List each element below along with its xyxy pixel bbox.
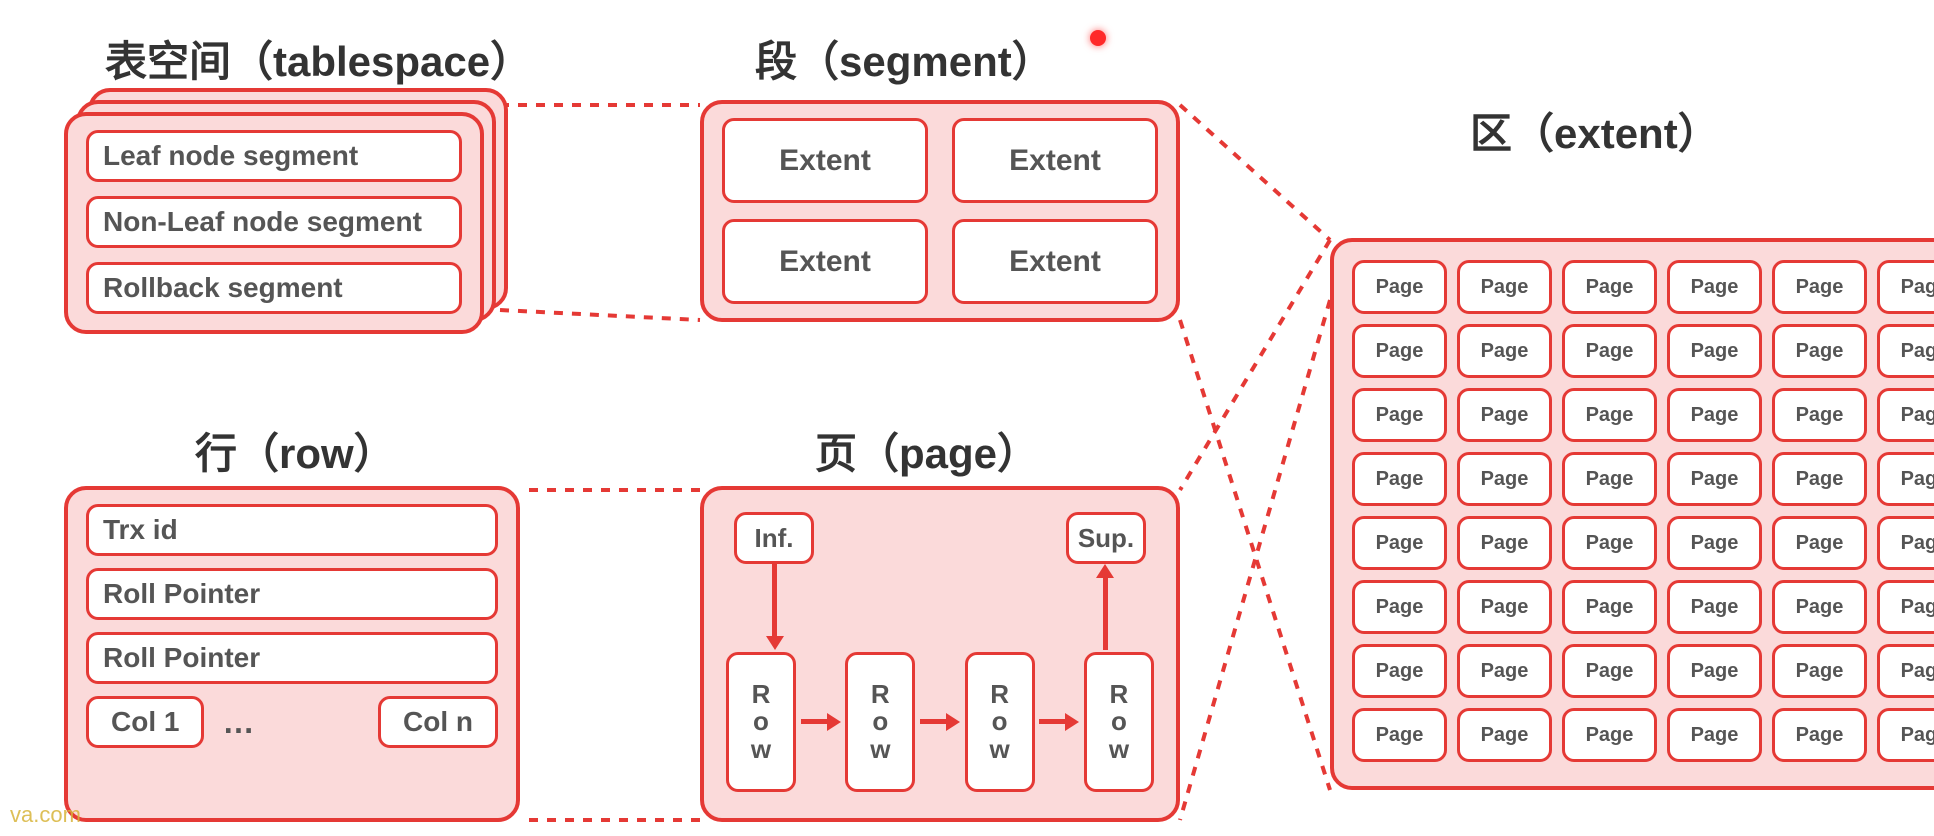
page-row-box: Row <box>726 652 796 792</box>
page-row-box: Row <box>965 652 1035 792</box>
extent-page-cell: Page <box>1877 580 1934 634</box>
extent-page-cell: Page <box>1877 708 1934 762</box>
extent-page-cell: Page <box>1772 708 1867 762</box>
segment-grid: Extent Extent Extent Extent <box>722 118 1158 304</box>
extent-panel: PagePagePagePagePagePagePagePagePagePage… <box>1330 238 1934 790</box>
extent-page-cell: Page <box>1772 452 1867 506</box>
extent-page-cell: Page <box>1457 708 1552 762</box>
heading-tablespace: 表空间（tablespace） <box>105 28 532 89</box>
extent-page-cell: Page <box>1667 580 1762 634</box>
page-inf-box: Inf. <box>734 512 814 564</box>
extent-page-cell: Page <box>1352 644 1447 698</box>
tablespace-item: Leaf node segment <box>86 130 462 182</box>
extent-page-cell: Page <box>1772 516 1867 570</box>
tablespace-item: Rollback segment <box>86 262 462 314</box>
tablespace-list: Leaf node segment Non-Leaf node segment … <box>86 130 462 314</box>
segment-panel: Extent Extent Extent Extent <box>700 100 1180 322</box>
page-panel: Inf. Sup. Row Row Row Row <box>700 486 1180 822</box>
extent-page-cell: Page <box>1877 388 1934 442</box>
row-item: Trx id <box>86 504 498 556</box>
row-item: Roll Pointer <box>86 632 498 684</box>
segment-extent-cell: Extent <box>722 118 928 203</box>
extent-page-cell: Page <box>1352 580 1447 634</box>
extent-page-cell: Page <box>1562 260 1657 314</box>
extent-page-cell: Page <box>1562 644 1657 698</box>
row-list: Trx id Roll Pointer Roll Pointer <box>86 504 498 684</box>
heading-page: 页（page） <box>815 420 1039 481</box>
row-col-last: Col n <box>378 696 498 748</box>
extent-page-cell: Page <box>1877 324 1934 378</box>
extent-page-cell: Page <box>1667 708 1762 762</box>
page-sup-box: Sup. <box>1066 512 1146 564</box>
extent-page-cell: Page <box>1457 324 1552 378</box>
extent-page-cell: Page <box>1352 708 1447 762</box>
extent-page-cell: Page <box>1877 260 1934 314</box>
segment-extent-cell: Extent <box>722 219 928 304</box>
arrow-sup-up <box>1103 578 1108 650</box>
extent-page-cell: Page <box>1562 452 1657 506</box>
arrow-inf-down-head <box>766 636 784 650</box>
extent-page-cell: Page <box>1457 260 1552 314</box>
extent-page-cell: Page <box>1562 516 1657 570</box>
extent-page-cell: Page <box>1772 324 1867 378</box>
extent-page-cell: Page <box>1457 388 1552 442</box>
extent-page-cell: Page <box>1457 580 1552 634</box>
extent-page-cell: Page <box>1772 580 1867 634</box>
extent-page-cell: Page <box>1772 388 1867 442</box>
extent-page-cell: Page <box>1352 452 1447 506</box>
extent-page-cell: Page <box>1877 516 1934 570</box>
tablespace-item: Non-Leaf node segment <box>86 196 462 248</box>
extent-page-cell: Page <box>1772 644 1867 698</box>
page-row-container: Row Row Row Row <box>726 652 1154 792</box>
extent-page-cell: Page <box>1457 452 1552 506</box>
row-col-ellipsis: … <box>222 704 254 741</box>
tablespace-panel: Leaf node segment Non-Leaf node segment … <box>64 112 484 334</box>
extent-page-cell: Page <box>1667 516 1762 570</box>
extent-page-cell: Page <box>1562 580 1657 634</box>
extent-page-cell: Page <box>1352 324 1447 378</box>
heading-row: 行（row） <box>195 420 396 481</box>
row-panel: Trx id Roll Pointer Roll Pointer Col 1 …… <box>64 486 520 822</box>
page-row-box: Row <box>845 652 915 792</box>
arrow-inf-down <box>772 564 777 636</box>
extent-page-cell: Page <box>1667 260 1762 314</box>
extent-page-cell: Page <box>1667 644 1762 698</box>
extent-page-cell: Page <box>1667 452 1762 506</box>
extent-page-cell: Page <box>1352 388 1447 442</box>
extent-page-cell: Page <box>1562 708 1657 762</box>
segment-extent-cell: Extent <box>952 219 1158 304</box>
pointer-dot <box>1090 30 1106 46</box>
extent-page-cell: Page <box>1352 260 1447 314</box>
extent-page-cell: Page <box>1667 388 1762 442</box>
extent-grid: PagePagePagePagePagePagePagePagePagePage… <box>1352 260 1934 762</box>
extent-page-cell: Page <box>1772 260 1867 314</box>
heading-extent: 区（extent） <box>1470 100 1720 161</box>
extent-page-cell: Page <box>1877 644 1934 698</box>
page-row-box: Row <box>1084 652 1154 792</box>
row-col-first: Col 1 <box>86 696 204 748</box>
arrow-row-next <box>801 717 841 727</box>
row-columns: Col 1 … Col n <box>86 696 498 748</box>
row-item: Roll Pointer <box>86 568 498 620</box>
heading-segment: 段（segment） <box>755 28 1054 89</box>
extent-page-cell: Page <box>1352 516 1447 570</box>
extent-page-cell: Page <box>1667 324 1762 378</box>
extent-page-cell: Page <box>1562 388 1657 442</box>
segment-extent-cell: Extent <box>952 118 1158 203</box>
watermark: va.com <box>10 802 81 828</box>
arrow-sup-up-head <box>1096 564 1114 578</box>
extent-page-cell: Page <box>1457 516 1552 570</box>
extent-page-cell: Page <box>1457 644 1552 698</box>
arrow-row-next <box>920 717 960 727</box>
extent-page-cell: Page <box>1877 452 1934 506</box>
extent-page-cell: Page <box>1562 324 1657 378</box>
arrow-row-next <box>1039 717 1079 727</box>
